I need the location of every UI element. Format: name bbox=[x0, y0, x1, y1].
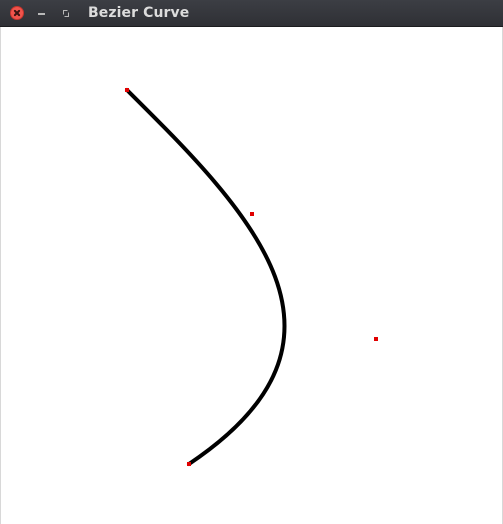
bezier-curve bbox=[125, 88, 287, 466]
close-icon[interactable] bbox=[10, 6, 24, 20]
window-title: Bezier Curve bbox=[88, 5, 190, 21]
control-point-2[interactable] bbox=[374, 337, 378, 341]
control-point-start[interactable] bbox=[125, 88, 129, 92]
minimize-icon[interactable] bbox=[35, 6, 49, 20]
title-bar[interactable]: Bezier Curve bbox=[0, 0, 503, 27]
maximize-icon[interactable] bbox=[59, 6, 73, 20]
bezier-svg bbox=[125, 88, 378, 466]
control-point-1[interactable] bbox=[250, 212, 254, 216]
drawing-canvas[interactable] bbox=[0, 27, 503, 524]
app-window: Bezier Curve bbox=[0, 0, 503, 524]
control-point-end[interactable] bbox=[187, 462, 191, 466]
